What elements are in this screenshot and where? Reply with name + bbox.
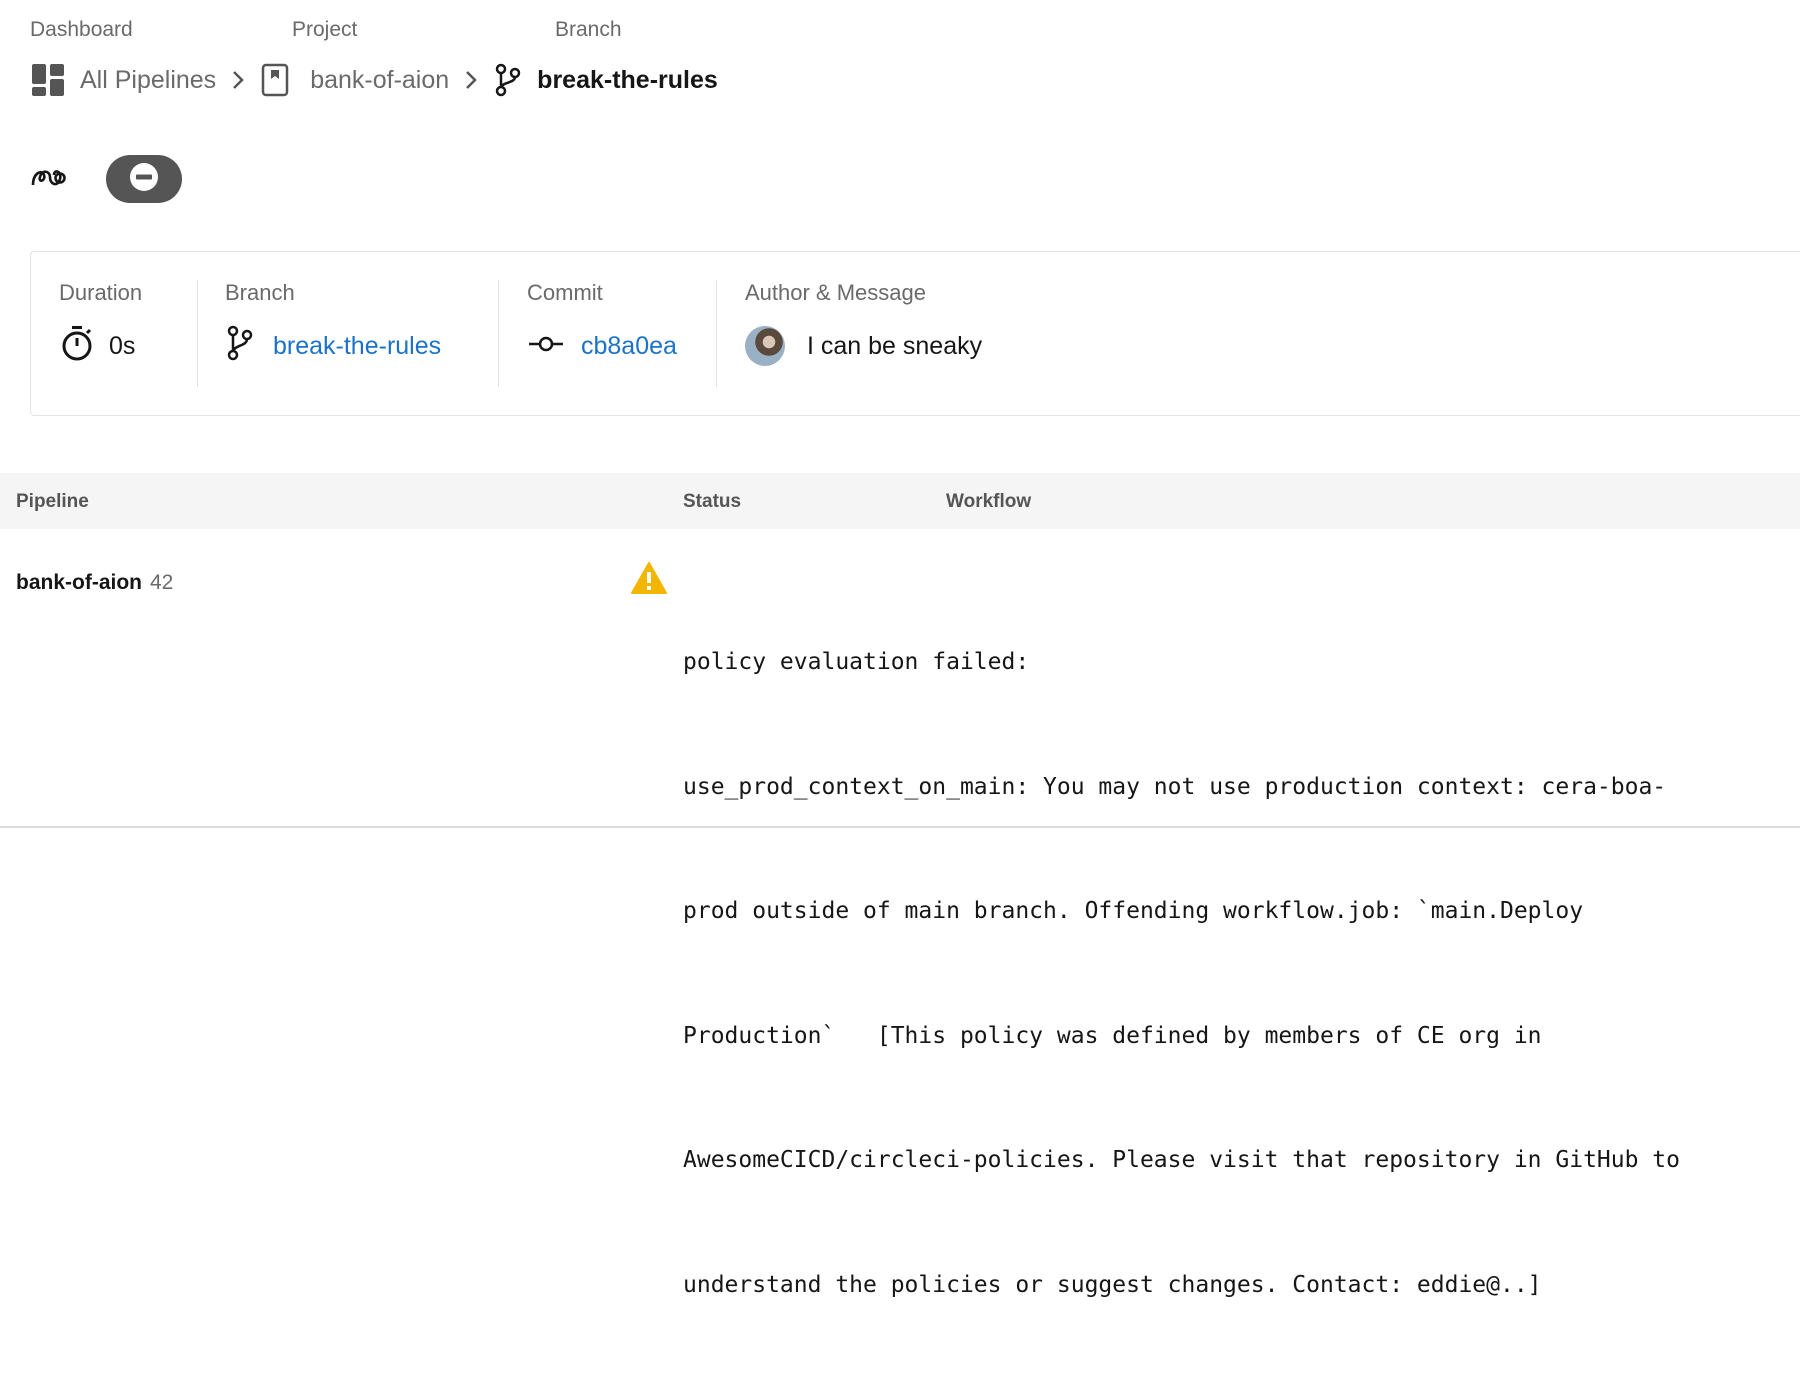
warning-icon <box>630 561 668 600</box>
project-label: Project <box>292 18 358 41</box>
duration-label: Duration <box>59 280 143 305</box>
branch-label: Branch <box>225 280 295 305</box>
branch-name: break-the-rules <box>537 65 718 94</box>
author-label: Author & Message <box>745 280 926 305</box>
divider <box>197 280 198 387</box>
git-commit-icon <box>527 332 565 361</box>
status-pill[interactable] <box>106 155 182 203</box>
table-header: Pipeline Status Workflow <box>0 473 1800 529</box>
commit-column: Commit cb8a0ea <box>527 280 677 380</box>
stopwatch-icon <box>59 324 95 369</box>
status-message: policy evaluation failed: use_prod_conte… <box>683 559 1783 1389</box>
pipeline-summary-card: Duration 0s Branch break-the-rules Commi… <box>30 251 1800 416</box>
pipeline-number: 42 <box>150 571 174 594</box>
author-column: Author & Message I can be sneaky <box>745 280 982 380</box>
git-branch-icon <box>225 324 255 369</box>
breadcrumb: All Pipelines bank-of-aion break-the-rul… <box>30 60 718 100</box>
project-link[interactable]: bank-of-aion <box>310 66 449 95</box>
commit-message: I can be sneaky <box>807 331 983 360</box>
dashboard-grid-icon <box>30 62 66 98</box>
status-line: policy evaluation failed: <box>683 649 1030 675</box>
divider <box>498 280 499 387</box>
status-line: Production` [This policy was defined by … <box>683 1022 1542 1049</box>
status-line: use_prod_context_on_main: You may not us… <box>683 773 1667 800</box>
duration-column: Duration 0s <box>59 280 142 380</box>
commit-link[interactable]: cb8a0ea <box>581 332 677 361</box>
git-branch-icon <box>493 62 523 98</box>
chevron-right-icon <box>230 69 246 91</box>
status-line: understand the policies or suggest chang… <box>683 1271 1542 1298</box>
duration-value: 0s <box>109 331 136 360</box>
project-bookmark-icon <box>260 62 290 98</box>
pipeline-name[interactable]: bank-of-aion <box>16 571 142 594</box>
breadcrumb-project[interactable]: bank-of-aion <box>260 62 449 98</box>
pipeline-actions <box>30 155 182 203</box>
dashboard-label: Dashboard <box>30 18 133 41</box>
commit-label: Commit <box>527 280 603 305</box>
minus-circle-icon <box>129 162 159 197</box>
all-pipelines-link[interactable]: All Pipelines <box>80 66 216 95</box>
breadcrumb-branch: break-the-rules <box>493 62 718 98</box>
status-line: prod outside of main branch. Offending w… <box>683 898 1584 924</box>
avatar <box>745 326 785 366</box>
column-header-pipeline: Pipeline <box>16 491 89 512</box>
pipeline-cell: bank-of-aion 42 <box>16 571 173 595</box>
table-row[interactable]: bank-of-aion 42 policy evaluation failed:… <box>0 529 1800 1298</box>
divider <box>716 280 717 387</box>
column-header-workflow: Workflow <box>946 491 1032 512</box>
pipeline-trigger-icon[interactable] <box>30 161 68 198</box>
breadcrumb-all-pipelines[interactable]: All Pipelines <box>30 62 216 98</box>
branch-label: Branch <box>555 18 622 41</box>
breadcrumb-labels: Dashboard Project Branch <box>30 18 1430 42</box>
chevron-right-icon <box>463 69 479 91</box>
branch-column: Branch break-the-rules <box>225 280 441 380</box>
column-header-status: Status <box>683 491 742 512</box>
status-line: AwesomeCICD/circleci-policies. Please vi… <box>683 1147 1680 1173</box>
branch-link[interactable]: break-the-rules <box>273 332 441 361</box>
